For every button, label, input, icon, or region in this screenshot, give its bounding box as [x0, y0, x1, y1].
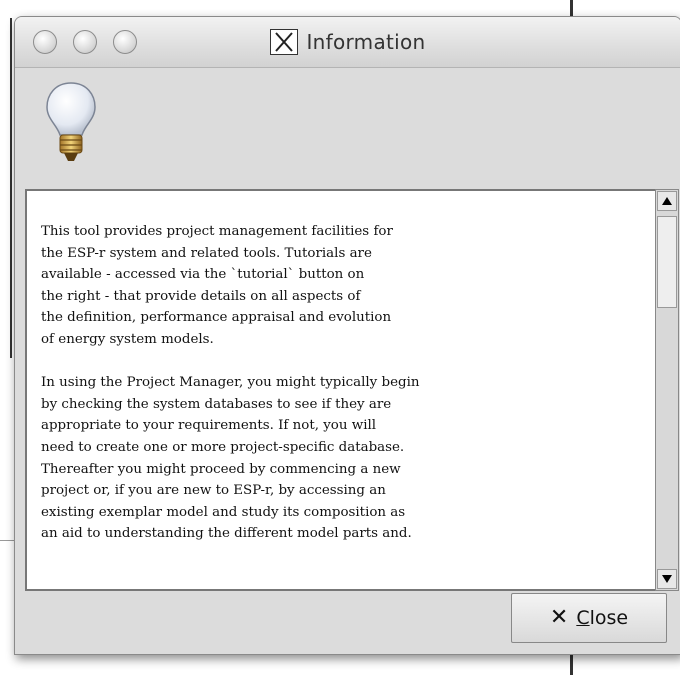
info-text-line: Thereafter you might proceed by commenci…	[41, 461, 401, 477]
close-button[interactable]: ✕ Close	[511, 593, 667, 643]
scrollbar-thumb[interactable]	[657, 216, 677, 308]
scroll-down-arrow-icon[interactable]	[657, 569, 677, 589]
info-text-line: This tool provides project management fa…	[41, 224, 393, 239]
info-text-line: by checking the system databases to see …	[41, 396, 392, 412]
window-title: Information	[306, 30, 426, 54]
info-text-line: the right - that provide details on all …	[41, 288, 361, 304]
info-text-line	[41, 351, 646, 373]
vertical-scrollbar[interactable]	[655, 189, 679, 591]
info-text-line: project or, if you are new to ESP-r, by …	[41, 483, 386, 499]
close-button-label: lose	[589, 607, 629, 629]
scroll-up-arrow-icon[interactable]	[657, 191, 677, 211]
x11-icon	[270, 29, 299, 55]
info-text-line: In using the Project Manager, you might …	[41, 375, 420, 391]
lightbulb-icon	[41, 77, 101, 177]
information-dialog: Information This tool provides project m…	[14, 16, 680, 655]
close-button-mnemonic: C	[576, 607, 590, 629]
info-text-line: the ESP-r system and related tools. Tuto…	[41, 245, 372, 261]
info-text: This tool provides project management fa…	[27, 191, 658, 545]
info-text-line: of energy system models.	[41, 331, 214, 347]
bg-axis-line	[10, 18, 12, 358]
close-x-icon: ✕	[549, 605, 569, 630]
info-text-line: the definition, performance appraisal an…	[41, 310, 392, 326]
bg-rule	[0, 540, 14, 541]
info-text-line: existing exemplar model and study its co…	[41, 504, 406, 520]
info-text-line: appropriate to your requirements. If not…	[41, 418, 377, 434]
info-text-panel[interactable]: This tool provides project management fa…	[25, 189, 658, 591]
info-text-line: need to create one or more project-speci…	[41, 439, 405, 455]
info-text-line: an aid to understanding the different mo…	[41, 526, 412, 542]
title-bar[interactable]: Information	[15, 17, 680, 68]
info-text-line: available - accessed via the `tutorial` …	[41, 267, 365, 283]
